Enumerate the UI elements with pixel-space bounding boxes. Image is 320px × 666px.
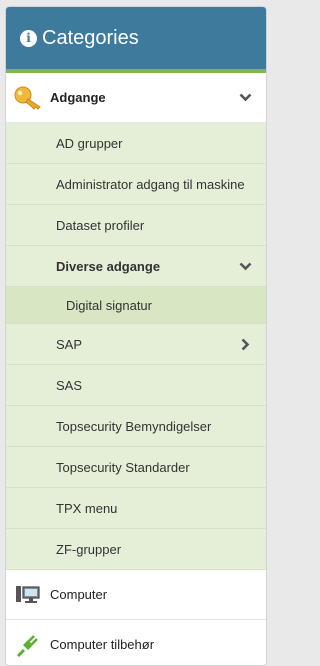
- chevron-down-icon[interactable]: [238, 259, 252, 273]
- sub-item-zf-grupper[interactable]: ZF-grupper: [6, 529, 266, 570]
- sub-item-label: SAP: [56, 337, 82, 352]
- adgange-sublist: AD grupper Administrator adgang til mask…: [6, 123, 266, 570]
- computer-icon: [6, 570, 50, 620]
- category-adgange[interactable]: Adgange: [6, 73, 266, 123]
- sub-item-label: Diverse adgange: [56, 259, 160, 274]
- sub-item-administrator-adgang[interactable]: Administrator adgang til maskine: [6, 164, 266, 205]
- panel-title: Categories: [42, 27, 139, 50]
- categories-panel: i Categories Adgange AD grupper Administ…: [5, 6, 267, 666]
- sub-item-dataset-profiler[interactable]: Dataset profiler: [6, 205, 266, 246]
- category-computer[interactable]: Computer: [6, 570, 266, 620]
- category-computer-tilbehor[interactable]: Computer tilbehør: [6, 620, 266, 666]
- sub-item-digital-signatur[interactable]: Digital signatur: [6, 287, 266, 324]
- sub-item-diverse-adgange[interactable]: Diverse adgange: [6, 246, 266, 287]
- info-icon: i: [20, 30, 37, 47]
- sub-item-sap[interactable]: SAP: [6, 324, 266, 365]
- category-label: Computer: [50, 587, 107, 602]
- category-label: Computer tilbehør: [50, 637, 154, 652]
- category-label: Adgange: [50, 90, 106, 105]
- plug-icon: [6, 620, 50, 666]
- panel-header: i Categories: [6, 7, 266, 69]
- sub-item-tpx-menu[interactable]: TPX menu: [6, 488, 266, 529]
- sub-item-topsecurity-standarder[interactable]: Topsecurity Standarder: [6, 447, 266, 488]
- sub-item-ad-grupper[interactable]: AD grupper: [6, 123, 266, 164]
- sub-item-topsecurity-bemyndigelser[interactable]: Topsecurity Bemyndigelser: [6, 406, 266, 447]
- chevron-right-icon[interactable]: [238, 337, 252, 351]
- key-icon: [6, 73, 50, 123]
- chevron-down-icon[interactable]: [238, 91, 252, 105]
- sub-item-sas[interactable]: SAS: [6, 365, 266, 406]
